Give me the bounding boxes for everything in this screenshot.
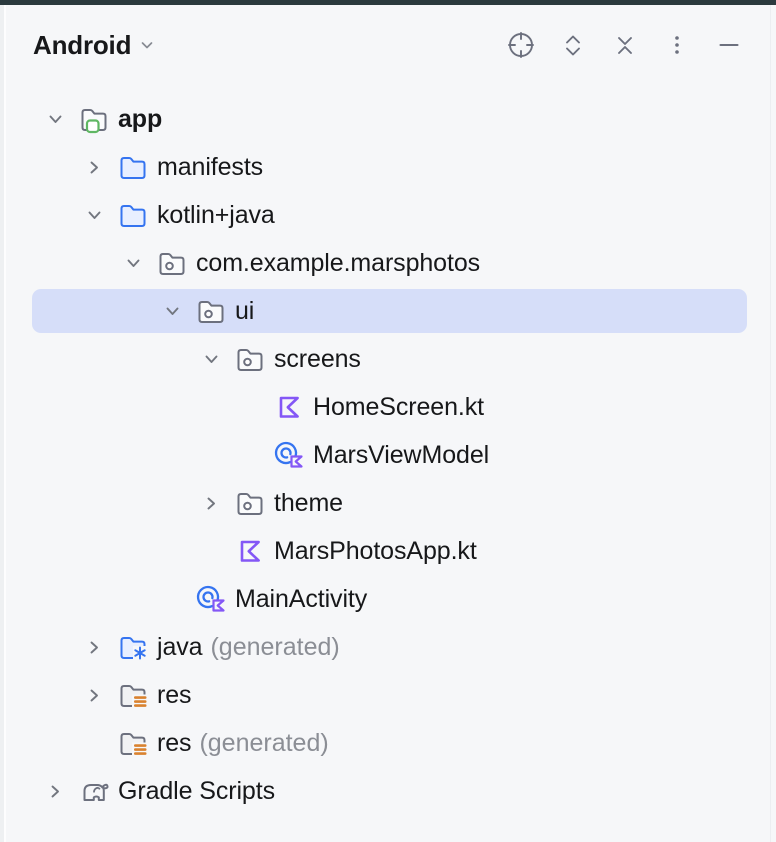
chevron-down-icon[interactable] [36, 95, 74, 143]
chevron-placeholder [75, 719, 113, 767]
chevron-right-icon[interactable] [75, 143, 113, 191]
tree-row-label: app [118, 95, 162, 143]
gradle-icon [78, 767, 110, 815]
folder-blue-icon [117, 143, 149, 191]
chevron-down-icon[interactable] [114, 239, 152, 287]
kotlin-class-icon [273, 431, 305, 479]
chevron-placeholder [231, 383, 269, 431]
kotlin-class-icon [195, 575, 227, 623]
tree-row-label: java [157, 623, 202, 671]
selection-highlight [32, 289, 747, 333]
tree-row-label: MainActivity [235, 575, 367, 623]
collapse-all-icon[interactable] [608, 28, 642, 62]
tree-row-suffix: (generated) [210, 623, 339, 671]
tree-row-label: screens [274, 335, 361, 383]
tree-row-mainactivity[interactable]: MainActivity [6, 575, 776, 623]
chevron-down-icon[interactable] [192, 335, 230, 383]
chevron-placeholder [231, 431, 269, 479]
tree-row-homescreen-kt[interactable]: HomeScreen.kt [6, 383, 776, 431]
tree-row-label: com.example.marsphotos [196, 239, 480, 287]
tree-row-res[interactable]: res (generated) [6, 719, 776, 767]
tree-row-suffix: (generated) [199, 719, 328, 767]
tree-row-gradle-scripts[interactable]: Gradle Scripts [6, 767, 776, 815]
locate-icon[interactable] [504, 28, 538, 62]
chevron-placeholder [153, 575, 191, 623]
chevron-right-icon[interactable] [36, 767, 74, 815]
tree-row-label: ui [235, 287, 254, 335]
tree-row-manifests[interactable]: manifests [6, 143, 776, 191]
tree-row-label: MarsViewModel [313, 431, 489, 479]
tree-row-ui[interactable]: ui [6, 287, 776, 335]
tree-row-res[interactable]: res [6, 671, 776, 719]
package-icon [195, 287, 227, 335]
header-actions [504, 28, 746, 62]
res-folder-icon [117, 719, 149, 767]
tree-row-java[interactable]: java (generated) [6, 623, 776, 671]
project-view-title: Android [33, 30, 131, 61]
project-tool-window: Android app manifests [6, 5, 776, 842]
res-folder-icon [117, 671, 149, 719]
chevron-down-icon [140, 34, 154, 57]
kotlin-file-icon [273, 383, 305, 431]
tree-row-kotlin-java[interactable]: kotlin+java [6, 191, 776, 239]
folder-blue-icon [117, 191, 149, 239]
tree-row-marsphotosapp-kt[interactable]: MarsPhotosApp.kt [6, 527, 776, 575]
tree-row-marsviewmodel[interactable]: MarsViewModel [6, 431, 776, 479]
more-vertical-icon[interactable] [660, 28, 694, 62]
package-icon [156, 239, 188, 287]
chevron-down-icon[interactable] [153, 287, 191, 335]
project-tree: app manifests kotlin+java com.example.ma… [6, 95, 776, 815]
android-module-folder-icon [78, 95, 110, 143]
tree-row-screens[interactable]: screens [6, 335, 776, 383]
tree-row-label: res [157, 719, 191, 767]
tree-row-label: res [157, 671, 191, 719]
project-view-selector[interactable]: Android [33, 30, 154, 61]
package-icon [234, 335, 266, 383]
chevron-right-icon[interactable] [75, 671, 113, 719]
package-icon [234, 479, 266, 527]
chevron-right-icon[interactable] [192, 479, 230, 527]
hide-icon[interactable] [712, 28, 746, 62]
tree-row-label: MarsPhotosApp.kt [274, 527, 477, 575]
chevron-down-icon[interactable] [75, 191, 113, 239]
tree-row-app[interactable]: app [6, 95, 776, 143]
tree-row-label: HomeScreen.kt [313, 383, 484, 431]
tree-row-label: Gradle Scripts [118, 767, 275, 815]
tree-row-label: kotlin+java [157, 191, 275, 239]
tree-row-theme[interactable]: theme [6, 479, 776, 527]
tree-row-label: manifests [157, 143, 263, 191]
tool-window-header: Android [6, 5, 776, 85]
generated-java-folder-icon [117, 623, 149, 671]
chevron-right-icon[interactable] [75, 623, 113, 671]
kotlin-file-icon [234, 527, 266, 575]
chevron-placeholder [192, 527, 230, 575]
tree-row-com-example-marsphotos[interactable]: com.example.marsphotos [6, 239, 776, 287]
tree-row-label: theme [274, 479, 343, 527]
expand-all-icon[interactable] [556, 28, 590, 62]
